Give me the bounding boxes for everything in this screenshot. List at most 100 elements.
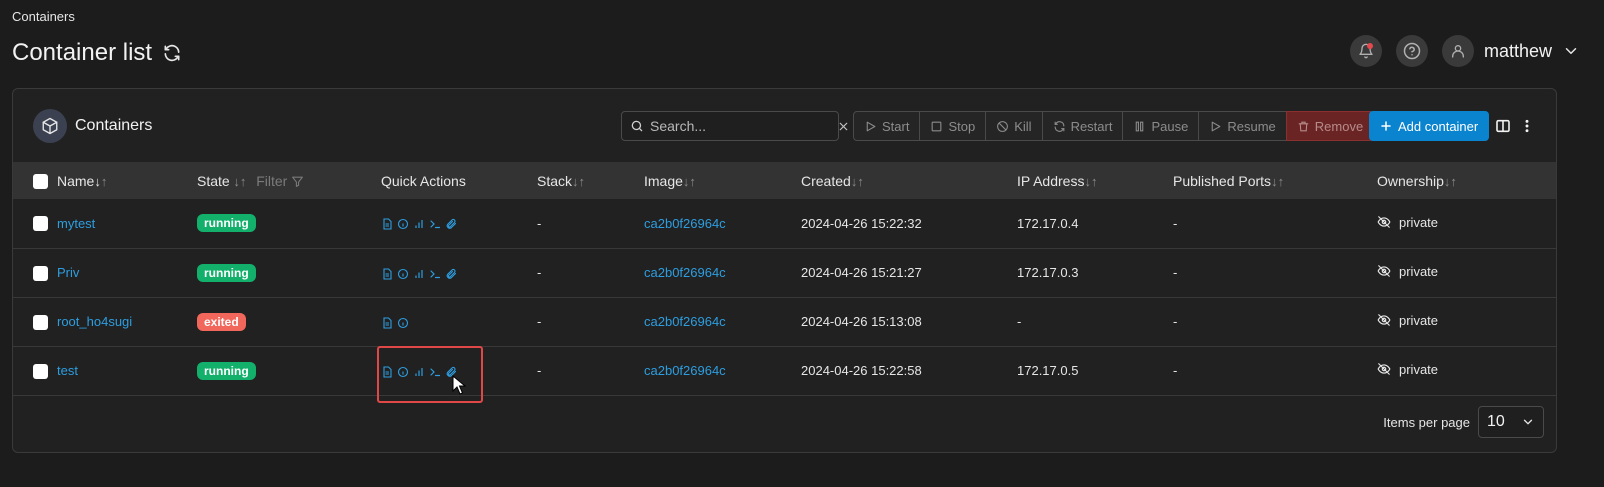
cube-icon	[33, 109, 67, 143]
resume-label: Resume	[1227, 118, 1276, 134]
page-title-text: Container list	[12, 39, 153, 66]
column-header-name[interactable]: Name↓↑	[57, 162, 197, 199]
items-per-page-value: 10	[1487, 413, 1505, 430]
restart-icon	[1053, 120, 1066, 133]
avatar	[1441, 35, 1474, 67]
pause-label: Pause	[1151, 118, 1189, 134]
quick-actions	[381, 366, 457, 378]
user-menu[interactable]: matthew	[1441, 35, 1580, 67]
info-icon[interactable]	[397, 366, 409, 378]
notification-dot	[1366, 43, 1373, 49]
add-container-button[interactable]: Add container	[1369, 111, 1490, 141]
quick-actions	[381, 268, 457, 280]
row-checkbox[interactable]	[33, 363, 48, 379]
image-link[interactable]: ca2b0f26964c	[644, 363, 726, 378]
sort-icon: ↓↑	[682, 173, 696, 189]
info-icon[interactable]	[397, 268, 409, 280]
select-all-checkbox[interactable]	[33, 173, 48, 189]
console-icon[interactable]	[429, 268, 441, 280]
row-checkbox[interactable]	[33, 314, 48, 330]
sort-icon: ↓↑	[1271, 173, 1285, 189]
start-label: Start	[882, 118, 910, 134]
container-name-link[interactable]: root_ho4sugi	[57, 314, 132, 329]
stop-button[interactable]: Stop	[919, 111, 987, 141]
column-header-state[interactable]: State ↓↑ Filter	[197, 162, 381, 199]
refresh-icon[interactable]	[162, 43, 182, 63]
search-input[interactable]	[650, 118, 831, 134]
header-ip-label: IP Address	[1017, 172, 1085, 189]
eye-off-icon	[1377, 313, 1391, 327]
breadcrumb: Containers	[12, 9, 75, 24]
column-header-created[interactable]: Created↓↑	[801, 162, 1017, 199]
stack-cell: -	[537, 363, 542, 378]
row-checkbox[interactable]	[33, 216, 48, 232]
stats-icon[interactable]	[413, 268, 425, 280]
kill-label: Kill	[1014, 118, 1032, 134]
resume-button[interactable]: Resume	[1198, 111, 1287, 141]
info-icon[interactable]	[397, 218, 409, 230]
logs-icon[interactable]	[381, 268, 393, 280]
attach-icon[interactable]	[445, 268, 457, 280]
row-checkbox[interactable]	[33, 265, 48, 281]
logs-icon[interactable]	[381, 317, 393, 329]
info-icon[interactable]	[397, 317, 409, 329]
created-cell: 2024-04-26 15:22:58	[801, 363, 922, 378]
created-cell: 2024-04-26 15:21:27	[801, 265, 922, 280]
user-icon	[1450, 43, 1466, 59]
panel-title: Containers	[33, 109, 152, 143]
eye-off-icon	[1377, 362, 1391, 376]
ports-cell: -	[1173, 265, 1178, 280]
start-button[interactable]: Start	[853, 111, 921, 141]
filter-icon	[291, 175, 304, 188]
column-header-ownership[interactable]: Ownership↓↑	[1377, 162, 1556, 199]
table-header-row: Name↓↑ State ↓↑ Filter Quick Actions Sta…	[13, 162, 1556, 199]
column-header-stack[interactable]: Stack↓↑	[537, 162, 644, 199]
containers-table: Name↓↑ State ↓↑ Filter Quick Actions Sta…	[13, 162, 1556, 396]
column-header-image[interactable]: Image↓↑	[644, 162, 801, 199]
column-header-ports[interactable]: Published Ports↓↑	[1173, 162, 1377, 199]
status-badge: running	[197, 361, 256, 380]
help-button[interactable]	[1395, 35, 1428, 67]
pause-button[interactable]: Pause	[1122, 111, 1200, 141]
chevron-down-icon	[1562, 42, 1580, 60]
restart-button[interactable]: Restart	[1041, 111, 1124, 141]
sort-icon: ↓↑	[1443, 173, 1457, 189]
restart-label: Restart	[1070, 118, 1113, 134]
search-icon	[630, 119, 644, 133]
logs-icon[interactable]	[381, 366, 393, 378]
kill-button[interactable]: Kill	[985, 111, 1043, 141]
eye-off-icon	[1377, 215, 1391, 229]
eye-off-icon	[1377, 264, 1391, 278]
columns-icon[interactable]	[1495, 118, 1511, 139]
panel-title-text: Containers	[75, 117, 153, 134]
notifications-button[interactable]	[1349, 35, 1382, 67]
image-link[interactable]: ca2b0f26964c	[644, 314, 726, 329]
stack-cell: -	[537, 215, 542, 231]
trash-icon	[1297, 120, 1310, 133]
stats-icon[interactable]	[413, 366, 425, 378]
container-name-link[interactable]: Priv	[57, 265, 79, 280]
username: matthew	[1483, 40, 1552, 61]
image-link[interactable]: ca2b0f26964c	[644, 216, 726, 231]
container-name-link[interactable]: test	[57, 363, 78, 378]
logs-icon[interactable]	[381, 218, 393, 230]
container-name-link[interactable]: mytest	[57, 216, 95, 231]
table-row: test running - ca2b0f26964c 2024-04-26 1…	[13, 346, 1556, 395]
console-icon[interactable]	[429, 218, 441, 230]
image-link[interactable]: ca2b0f26964c	[644, 265, 726, 280]
ports-cell: -	[1173, 215, 1178, 231]
attach-icon[interactable]	[445, 218, 457, 230]
ownership: private	[1377, 264, 1438, 279]
status-badge: running	[197, 214, 256, 233]
more-options-icon[interactable]	[1519, 118, 1535, 139]
items-per-page-select[interactable]: 10	[1478, 406, 1544, 438]
container-action-group: Start Stop Kill Restart Pause Resume Rem…	[853, 111, 1375, 141]
header-state-label: State	[197, 172, 230, 189]
console-icon[interactable]	[429, 366, 441, 378]
column-header-ip[interactable]: IP Address↓↑	[1017, 162, 1173, 199]
remove-button[interactable]: Remove	[1285, 111, 1375, 141]
stats-icon[interactable]	[413, 218, 425, 230]
ip-cell: 172.17.0.4	[1017, 215, 1079, 231]
clear-search-icon[interactable]	[837, 120, 850, 133]
state-filter[interactable]: Filter	[256, 173, 304, 189]
